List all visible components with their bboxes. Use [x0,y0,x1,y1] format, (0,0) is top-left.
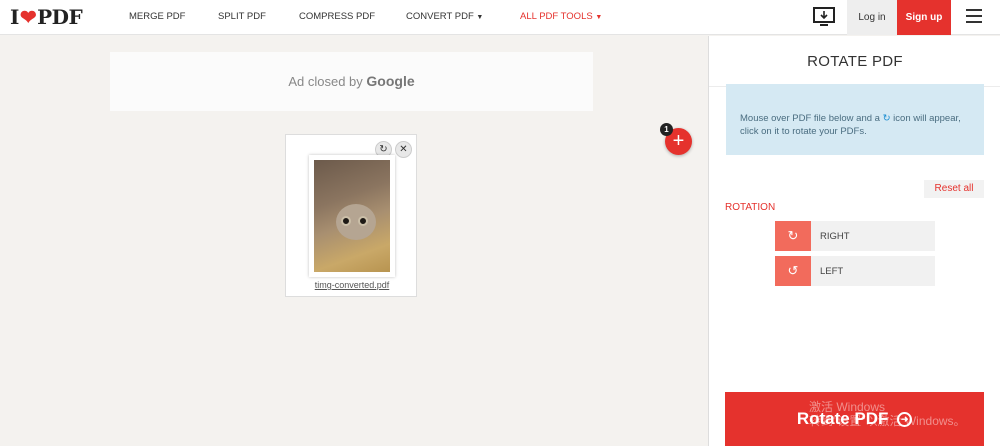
menu-icon[interactable] [966,9,982,23]
google-logo: Google [366,73,415,89]
nav-split-pdf[interactable]: SPLIT PDF [218,11,266,22]
rotate-right-icon: ↻ [775,221,811,251]
rotate-icon: ↻ [882,113,891,124]
nav-compress-pdf[interactable]: COMPRESS PDF [299,11,375,22]
options-sidebar: ROTATE PDF Mouse over PDF file below and… [708,36,1000,446]
nav-convert-pdf[interactable]: CONVERT PDF ▼ [406,11,483,22]
rotate-right-option[interactable]: ↻ RIGHT [775,221,935,251]
info-message: Mouse over PDF file below and a ↻ icon w… [726,84,984,155]
file-name[interactable]: timg-converted.pdf [286,280,418,290]
nav-merge-pdf[interactable]: MERGE PDF [129,11,185,22]
file-count-badge: 1 [660,123,673,136]
top-navbar: I ❤ PDF MERGE PDF SPLIT PDF COMPRESS PDF… [0,0,1000,35]
caret-down-icon: ▼ [595,14,603,21]
caret-down-icon: ▼ [476,14,484,21]
remove-file-icon[interactable]: ✕ [395,141,412,158]
windows-activation-watermark: 激活 Windows 转到"设置"以激活 Windows。 [809,400,966,428]
reset-all-button[interactable]: Reset all [924,180,984,198]
login-button[interactable]: Log in [847,0,897,35]
signup-button[interactable]: Sign up [897,0,951,35]
nav-all-pdf-tools[interactable]: ALL PDF TOOLS ▼ [520,11,602,22]
rotation-label: ROTATION [725,202,776,213]
pdf-file-card[interactable]: ↻ ✕ timg-converted.pdf [285,134,417,297]
ad-banner: Ad closed by Google [110,52,593,111]
heart-icon: ❤ [19,5,37,29]
rotate-left-option[interactable]: ↺ LEFT [775,256,935,286]
ilovepdf-logo[interactable]: I ❤ PDF [10,5,83,29]
pdf-thumbnail [309,155,395,277]
sidebar-title: ROTATE PDF [807,53,903,70]
desktop-download-icon[interactable] [812,5,836,29]
rotate-left-icon: ↺ [775,256,811,286]
cat-image [314,160,390,272]
